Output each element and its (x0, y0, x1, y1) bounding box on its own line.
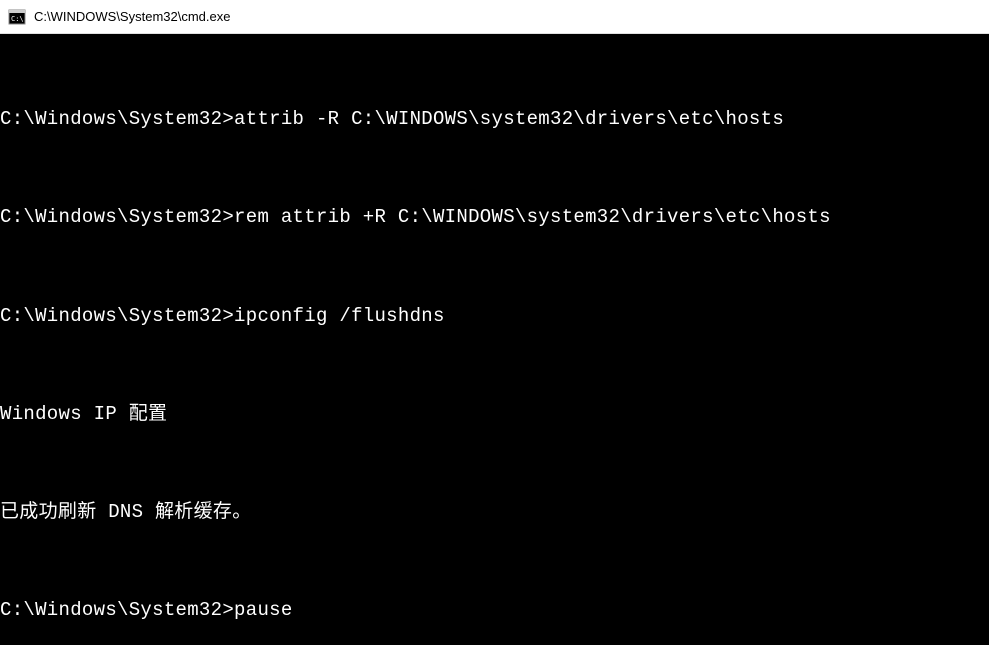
window-title: C:\WINDOWS\System32\cmd.exe (34, 9, 230, 24)
blank-line (0, 353, 989, 377)
prompt: C:\Windows\System32> (0, 108, 234, 130)
command-text: attrib -R C:\WINDOWS\system32\drivers\et… (234, 108, 784, 130)
command-line-1: C:\Windows\System32>attrib -R C:\WINDOWS… (0, 107, 989, 132)
window-titlebar[interactable]: C:\ C:\WINDOWS\System32\cmd.exe (0, 0, 989, 34)
prompt: C:\Windows\System32> (0, 206, 234, 228)
blank-line (0, 451, 989, 475)
svg-text:C:\: C:\ (11, 15, 24, 23)
output-line-2: 已成功刷新 DNS 解析缓存。 (0, 500, 989, 525)
blank-line (0, 255, 989, 279)
blank-line (0, 549, 989, 573)
command-line-3: C:\Windows\System32>ipconfig /flushdns (0, 304, 989, 329)
command-text: ipconfig /flushdns (234, 305, 445, 327)
command-line-4: C:\Windows\System32>pause (0, 598, 989, 623)
command-text: rem attrib +R C:\WINDOWS\system32\driver… (234, 206, 831, 228)
cmd-app-icon: C:\ (8, 8, 26, 26)
prompt: C:\Windows\System32> (0, 599, 234, 621)
blank-line (0, 157, 989, 181)
blank-line (0, 59, 989, 83)
command-line-2: C:\Windows\System32>rem attrib +R C:\WIN… (0, 205, 989, 230)
prompt: C:\Windows\System32> (0, 305, 234, 327)
command-text: pause (234, 599, 293, 621)
output-line-1: Windows IP 配置 (0, 402, 989, 427)
terminal-output[interactable]: C:\Windows\System32>attrib -R C:\WINDOWS… (0, 34, 989, 645)
